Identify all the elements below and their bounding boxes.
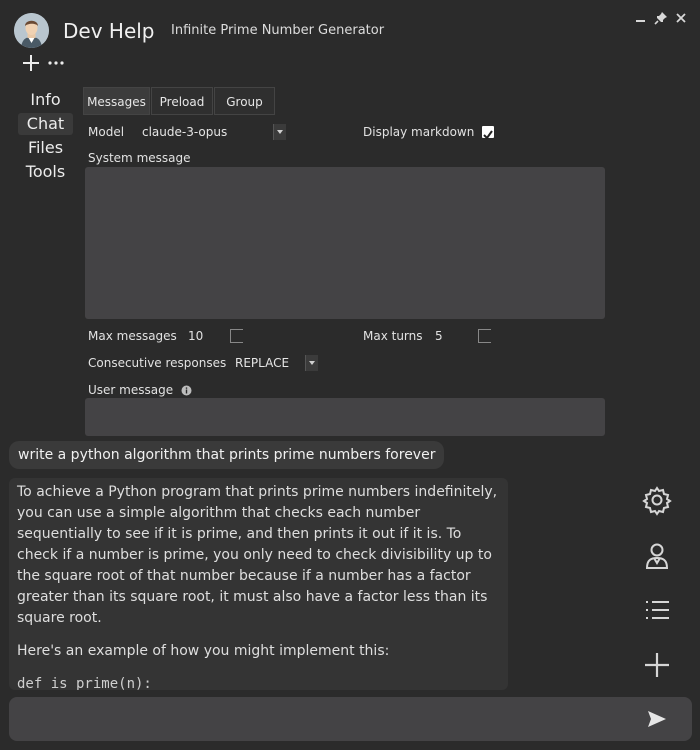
app-title: Dev Help <box>63 19 155 43</box>
model-select[interactable]: claude-3-opus <box>136 122 288 142</box>
assistant-paragraph: Here's an example of how you might imple… <box>17 643 390 659</box>
tab-messages[interactable]: Messages <box>83 87 150 115</box>
consecutive-responses-select[interactable]: REPLACE <box>230 353 322 373</box>
message-input[interactable] <box>19 707 633 733</box>
send-icon[interactable] <box>646 709 668 729</box>
max-turns-label: Max turns <box>363 329 423 343</box>
new-chat-button[interactable] <box>20 52 42 74</box>
message-input-bar[interactable] <box>9 697 692 741</box>
list-icon[interactable] <box>641 594 673 626</box>
minimize-icon[interactable] <box>633 10 649 26</box>
consecutive-responses-value: REPLACE <box>235 356 290 370</box>
more-button[interactable] <box>45 52 67 74</box>
user-icon[interactable] <box>641 540 673 572</box>
chevron-down-icon <box>273 124 286 140</box>
chat-title[interactable]: Infinite Prime Number Generator <box>171 23 384 38</box>
pin-icon[interactable] <box>653 10 669 26</box>
assistant-code: def is_prime(n): <box>17 676 152 690</box>
stepper-icon[interactable] <box>478 329 491 343</box>
close-icon[interactable] <box>673 10 689 26</box>
stepper-icon[interactable] <box>230 329 243 343</box>
tab-group[interactable]: Group <box>214 87 275 115</box>
model-value: claude-3-opus <box>142 125 228 139</box>
consecutive-responses-label: Consecutive responses <box>88 356 227 370</box>
max-turns-value: 5 <box>435 329 443 343</box>
display-markdown-checkbox[interactable] <box>482 126 494 140</box>
tab-preload[interactable]: Preload <box>151 87 213 115</box>
chevron-down-icon <box>305 355 318 371</box>
nav-item-info[interactable]: Info <box>18 89 73 111</box>
display-markdown-label: Display markdown <box>363 125 475 139</box>
info-icon[interactable] <box>181 381 192 396</box>
plus-icon[interactable] <box>641 649 673 681</box>
max-turns-stepper[interactable]: 5 <box>430 327 494 345</box>
assistant-message-bubble[interactable]: To achieve a Python program that prints … <box>9 478 508 690</box>
nav-item-tools[interactable]: Tools <box>18 161 73 183</box>
max-messages-label: Max messages <box>88 329 177 343</box>
avatar[interactable] <box>14 13 49 48</box>
gear-icon[interactable] <box>641 484 673 516</box>
check-icon <box>483 130 493 140</box>
user-message-bubble[interactable]: write a python algorithm that prints pri… <box>9 441 445 469</box>
system-message-label: System message <box>88 151 191 165</box>
max-messages-stepper[interactable]: 10 <box>182 327 246 345</box>
max-messages-value: 10 <box>188 329 204 343</box>
user-message-label: User message <box>88 383 174 397</box>
model-label: Model <box>88 125 125 139</box>
system-message-field[interactable] <box>85 167 605 319</box>
nav-item-chat[interactable]: Chat <box>18 113 73 135</box>
assistant-paragraph: To achieve a Python program that prints … <box>17 484 498 626</box>
nav-item-files[interactable]: Files <box>18 137 73 159</box>
user-message-field[interactable] <box>85 398 605 436</box>
